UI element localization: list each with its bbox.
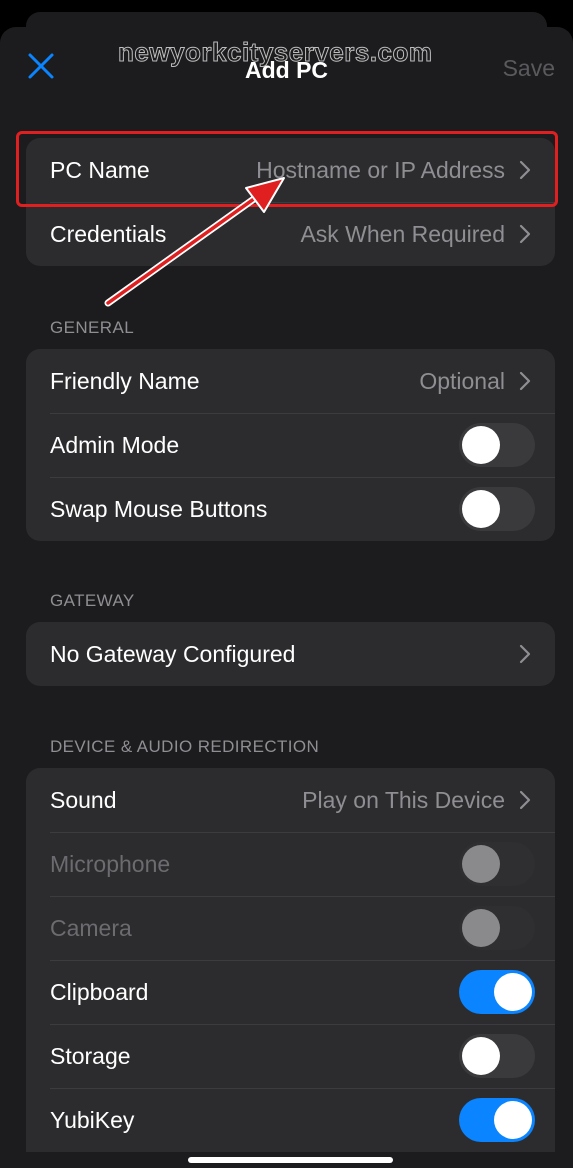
yubikey-label: YubiKey [50, 1106, 135, 1133]
toggle-knob [462, 1037, 500, 1075]
chevron-right-icon [519, 224, 531, 244]
sound-value: Play on This Device [302, 786, 505, 813]
swap-mouse-label: Swap Mouse Buttons [50, 495, 268, 522]
microphone-row: Microphone [26, 832, 555, 896]
friendly-name-label: Friendly Name [50, 367, 200, 394]
gateway-header: GATEWAY [50, 591, 135, 610]
storage-label: Storage [50, 1042, 131, 1069]
clipboard-toggle[interactable] [459, 970, 535, 1014]
highlight-box [16, 131, 558, 207]
redirection-group: Sound Play on This Device Microphone Cam… [26, 768, 555, 1152]
toggle-knob [462, 426, 500, 464]
storage-toggle[interactable] [459, 1034, 535, 1078]
chevron-right-icon [519, 644, 531, 664]
camera-row: Camera [26, 896, 555, 960]
admin-mode-toggle[interactable] [459, 423, 535, 467]
credentials-label: Credentials [50, 220, 167, 247]
gateway-row[interactable]: No Gateway Configured [26, 622, 555, 686]
camera-toggle [459, 906, 535, 950]
toggle-knob [462, 490, 500, 528]
camera-label: Camera [50, 914, 132, 941]
swap-mouse-toggle[interactable] [459, 487, 535, 531]
clipboard-row: Clipboard [26, 960, 555, 1024]
credentials-value: Ask When Required [300, 220, 505, 247]
chevron-right-icon [519, 790, 531, 810]
toggle-knob [462, 845, 500, 883]
redirection-header: DEVICE & AUDIO REDIRECTION [50, 737, 320, 756]
sound-label: Sound [50, 786, 117, 813]
friendly-name-value: Optional [419, 367, 505, 394]
general-header: GENERAL [50, 318, 135, 337]
toggle-knob [494, 973, 532, 1011]
save-button[interactable]: Save [503, 55, 555, 82]
microphone-toggle [459, 842, 535, 886]
yubikey-toggle[interactable] [459, 1098, 535, 1142]
toggle-knob [494, 1101, 532, 1139]
home-indicator[interactable] [188, 1157, 393, 1163]
friendly-name-row[interactable]: Friendly Name Optional [26, 349, 555, 413]
admin-mode-row: Admin Mode [26, 413, 555, 477]
admin-mode-label: Admin Mode [50, 431, 180, 458]
chevron-right-icon [519, 371, 531, 391]
yubikey-row: YubiKey [26, 1088, 555, 1152]
general-group: Friendly Name Optional Admin Mode Swap M… [26, 349, 555, 541]
microphone-label: Microphone [50, 850, 171, 877]
toggle-knob [462, 909, 500, 947]
gateway-group: No Gateway Configured [26, 622, 555, 686]
gateway-label: No Gateway Configured [50, 640, 296, 667]
sound-row[interactable]: Sound Play on This Device [26, 768, 555, 832]
watermark: newyorkcityservers.com [118, 37, 433, 68]
clipboard-label: Clipboard [50, 978, 149, 1005]
credentials-row[interactable]: Credentials Ask When Required [26, 202, 555, 266]
storage-row: Storage [26, 1024, 555, 1088]
swap-mouse-row: Swap Mouse Buttons [26, 477, 555, 541]
